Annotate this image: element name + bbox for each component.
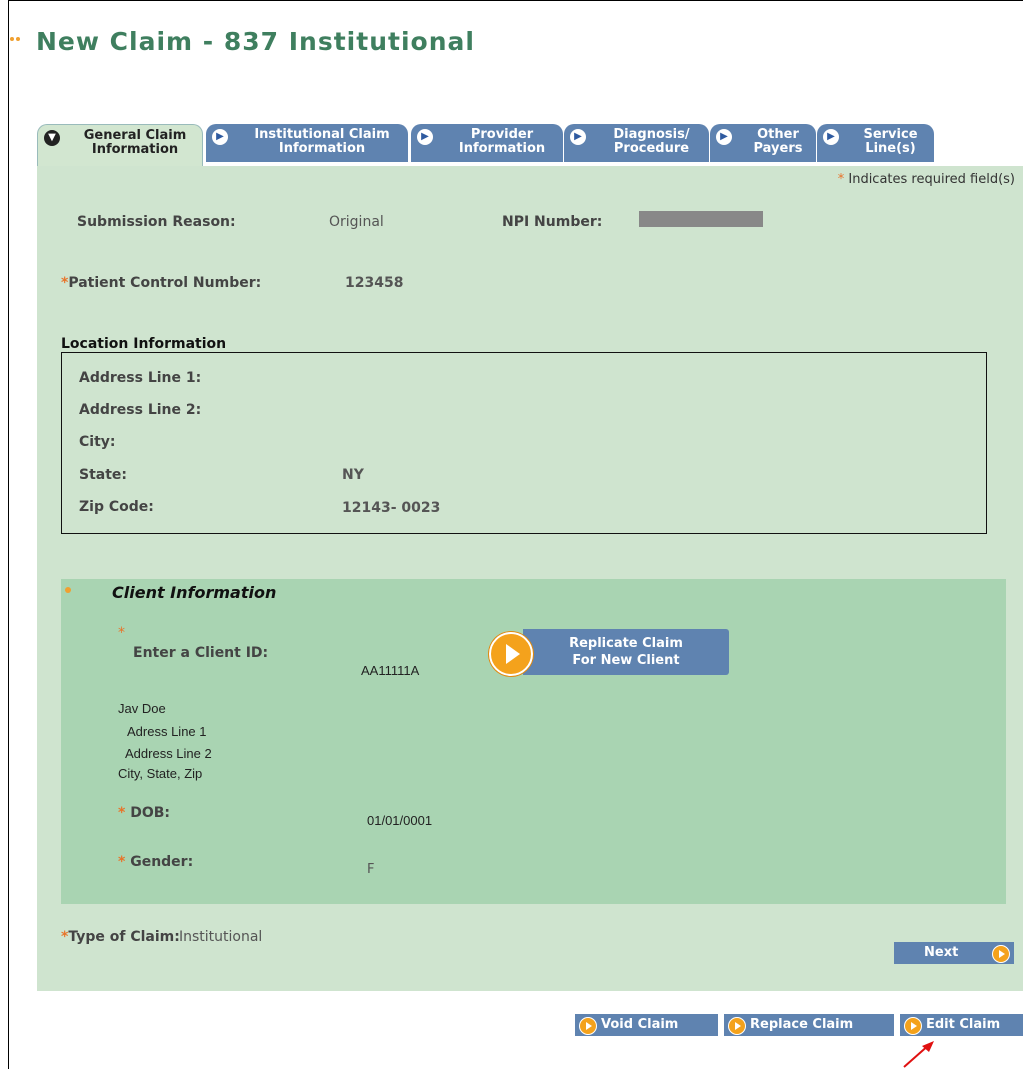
tab-other-payers[interactable]: ▶ Other Payers <box>710 124 816 162</box>
chevron-right-icon: ▶ <box>823 129 839 145</box>
state-value: NY <box>342 467 364 483</box>
npi-number-label: NPI Number: <box>502 214 603 230</box>
next-button-label: Next <box>924 945 959 960</box>
location-information-title: Location Information <box>61 336 227 352</box>
state-label: State: <box>79 467 128 483</box>
arrow-right-icon <box>904 1017 922 1035</box>
title-bullet-icon <box>10 26 22 45</box>
gender-label: * Gender: <box>118 854 194 870</box>
submission-reason-value: Original <box>329 214 384 230</box>
void-claim-button[interactable]: Void Claim <box>575 1014 718 1036</box>
npi-number-redacted <box>639 211 763 227</box>
tab-label: Service Line(s) <box>863 127 918 156</box>
dob-value: 01/01/0001 <box>367 813 433 828</box>
edit-claim-button[interactable]: Edit Claim <box>900 1014 1023 1036</box>
page-title: New Claim - 837 Institutional <box>36 27 475 56</box>
address-line-1-label: Address Line 1: <box>79 370 202 386</box>
client-id-label: Enter a Client ID: <box>133 645 269 661</box>
chevron-down-icon: ▼ <box>44 130 60 146</box>
client-address-line-1: Adress Line 1 <box>127 724 207 739</box>
city-label: City: <box>79 434 116 450</box>
tab-label: Provider Information <box>458 127 546 156</box>
zip-code-value: 12143- 0023 <box>342 500 441 516</box>
replicate-claim-label: Replicate Claim For New Client <box>523 629 729 675</box>
client-name: Jav Doe <box>118 701 166 716</box>
gender-value: F <box>367 862 375 877</box>
type-of-claim-label: *Type of Claim: <box>61 929 180 945</box>
tab-label: Diagnosis/ Procedure <box>613 127 690 156</box>
tab-label: Other Payers <box>753 127 803 156</box>
tab-general-claim-information[interactable]: ▼ General Claim Information <box>37 124 203 166</box>
location-information-box: Address Line 1: Address Line 2: City: St… <box>61 352 987 534</box>
tab-provider-information[interactable]: ▶ Provider Information <box>411 124 563 162</box>
arrow-right-icon <box>728 1017 746 1035</box>
zip-code-label: Zip Code: <box>79 499 154 515</box>
chevron-right-icon: ▶ <box>417 129 433 145</box>
replace-claim-button[interactable]: Replace Claim <box>724 1014 894 1036</box>
frame-left-border <box>8 0 9 1069</box>
annotation-arrow-icon <box>903 1041 934 1068</box>
void-claim-label: Void Claim <box>601 1017 679 1032</box>
patient-control-number-value: 123458 <box>345 275 404 291</box>
client-address-line-2: Address Line 2 <box>125 746 212 761</box>
tab-label: General Claim Information <box>83 128 187 157</box>
section-bullet-icon <box>65 587 71 593</box>
address-line-2-label: Address Line 2: <box>79 402 202 418</box>
arrow-right-icon <box>992 945 1010 963</box>
chevron-right-icon: ▶ <box>716 129 732 145</box>
edit-claim-label: Edit Claim <box>926 1017 1001 1032</box>
arrow-right-icon <box>579 1017 597 1035</box>
chevron-right-icon: ▶ <box>212 129 228 145</box>
client-information-panel: Client Information * Enter a Client ID: … <box>61 579 1006 904</box>
chevron-right-icon: ▶ <box>570 129 586 145</box>
client-information-title: Client Information <box>112 583 277 602</box>
replicate-claim-button[interactable]: Replicate Claim For New Client <box>489 629 731 676</box>
next-button[interactable]: Next <box>894 942 1014 964</box>
frame-top-border <box>8 0 1023 1</box>
general-claim-panel: * Indicates required field(s) Submission… <box>37 166 1023 991</box>
replace-claim-label: Replace Claim <box>750 1017 854 1032</box>
required-note: * Indicates required field(s) <box>837 172 1015 187</box>
type-of-claim-value: Institutional <box>179 929 263 945</box>
tab-label: Institutional Claim Information <box>254 127 390 156</box>
required-marker: * <box>118 625 125 641</box>
dob-label: * DOB: <box>118 805 170 821</box>
patient-control-number-label: *Patient Control Number: <box>61 275 262 291</box>
tab-institutional-claim-information[interactable]: ▶ Institutional Claim Information <box>206 124 408 162</box>
client-city-state-zip: City, State, Zip <box>118 766 203 781</box>
submission-reason-label: Submission Reason: <box>77 214 236 230</box>
required-note-text: Indicates required field(s) <box>848 172 1015 187</box>
tab-service-lines[interactable]: ▶ Service Line(s) <box>817 124 934 162</box>
client-id-input[interactable]: AA11111A <box>361 663 419 678</box>
tab-diagnosis-procedure[interactable]: ▶ Diagnosis/ Procedure <box>564 124 709 162</box>
play-arrow-icon <box>489 632 533 676</box>
